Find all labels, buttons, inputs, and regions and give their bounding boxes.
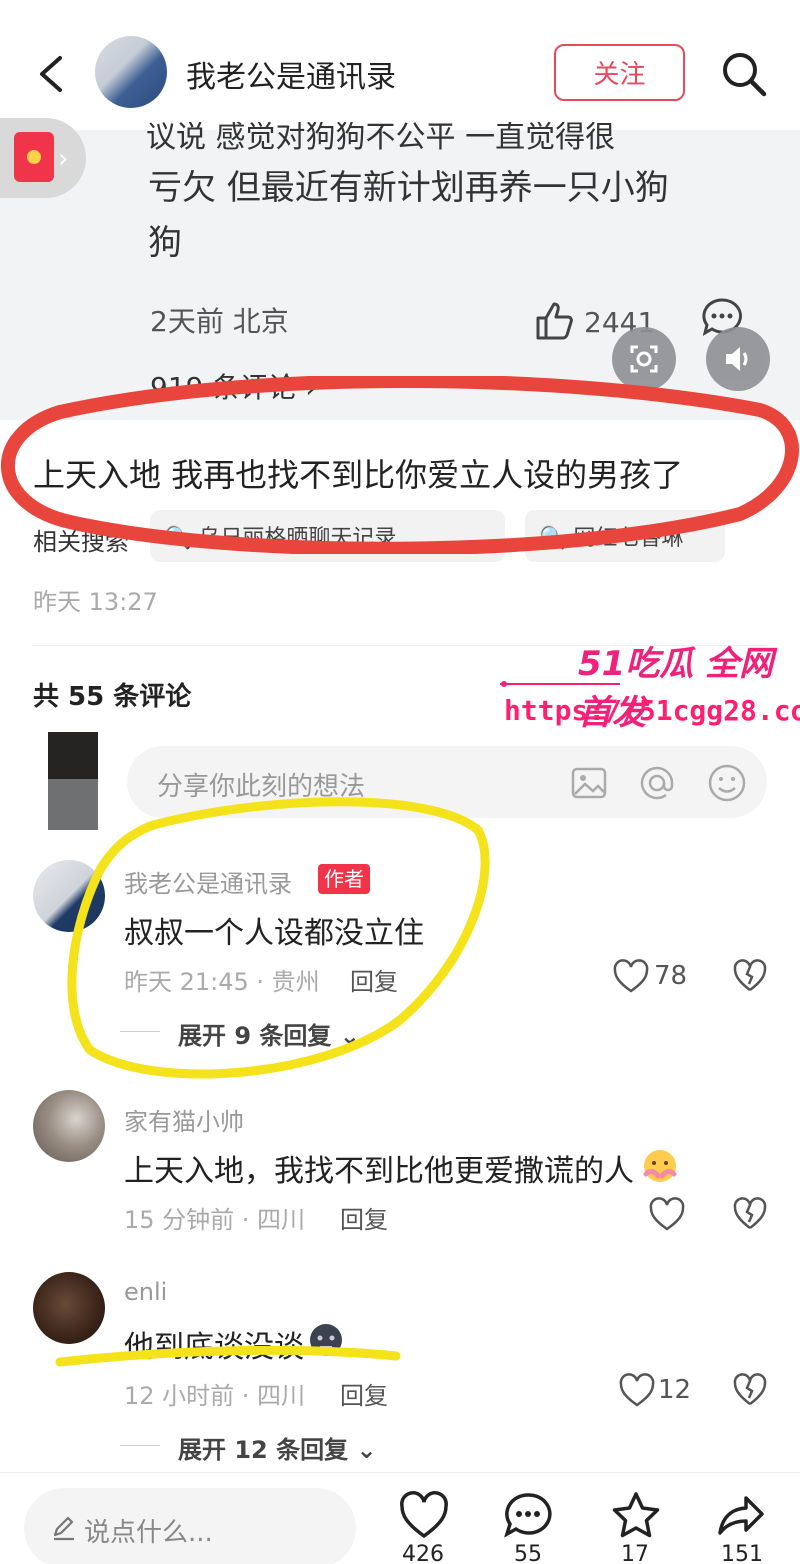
comment-count: 55 <box>514 1542 542 1564</box>
expand-replies-button[interactable]: 展开 12 条回复 ⌄ <box>178 1430 377 1465</box>
thumbs-up-icon[interactable] <box>532 298 576 342</box>
expand-line <box>120 1445 160 1446</box>
yellow-annotation-marks <box>55 797 490 1367</box>
red-envelope-icon[interactable]: › <box>0 118 86 198</box>
favorite-count: 17 <box>621 1542 649 1564</box>
share-arrow-icon[interactable] <box>716 1490 768 1542</box>
star-icon[interactable] <box>610 1490 662 1542</box>
post-timestamp: 昨天 13:27 <box>33 588 158 616</box>
say-something-placeholder[interactable]: 说点什么... <box>84 1512 213 1549</box>
red-annotation-oval <box>1 376 799 554</box>
back-arrow-icon[interactable] <box>30 50 74 98</box>
like-heart-icon[interactable] <box>398 1490 450 1542</box>
share-count: 151 <box>721 1542 763 1564</box>
post-time-location: 2天前 北京 <box>150 305 289 338</box>
search-icon[interactable] <box>718 48 770 100</box>
author-name[interactable]: 我老公是通讯录 <box>186 52 396 96</box>
pencil-icon <box>50 1514 78 1542</box>
comment-icon[interactable] <box>502 1490 554 1542</box>
author-avatar[interactable] <box>95 36 167 108</box>
like-count: 426 <box>402 1542 444 1564</box>
follow-button[interactable]: 关注 <box>554 44 685 101</box>
watermark-url: https://51cgg28.com <box>504 694 800 727</box>
post-text-line: 亏欠 但最近有新计划再养一只小狗 <box>148 168 669 208</box>
watermark-decoration <box>500 681 620 687</box>
total-comments-heading: 共 55 条评论 <box>33 682 192 712</box>
post-text-line: 狗 <box>148 223 182 263</box>
